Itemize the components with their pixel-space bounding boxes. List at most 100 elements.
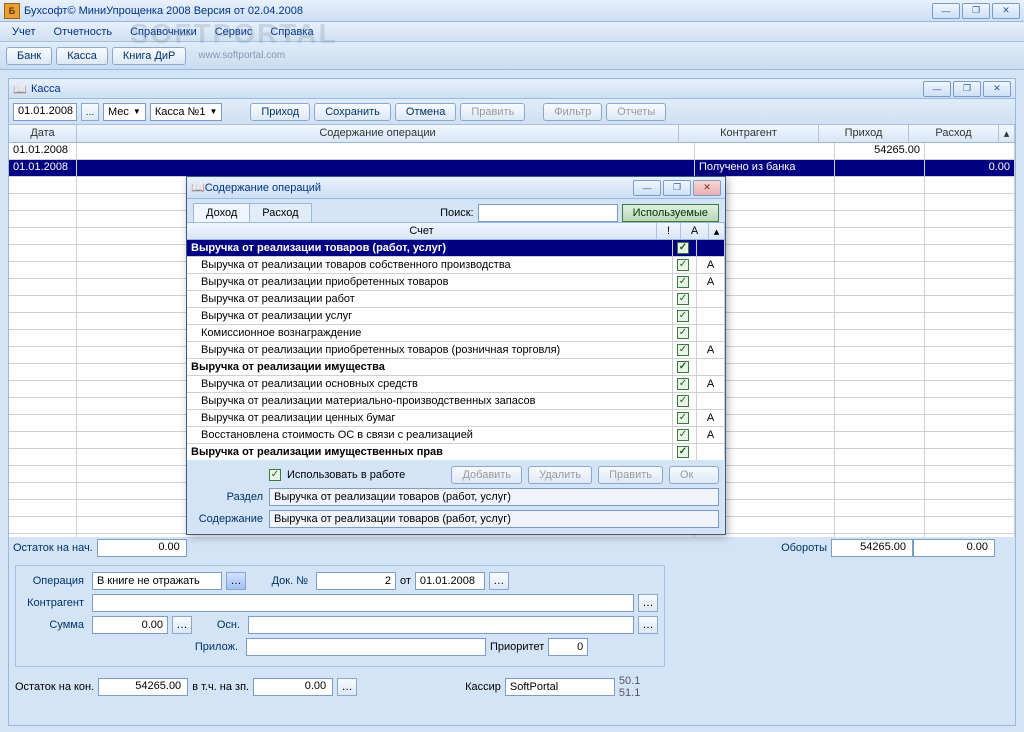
row-checkbox[interactable]: ✓ [677,242,689,254]
cashier-field[interactable] [505,678,615,696]
list-item[interactable]: Выручка от реализации имущества✓ [187,359,725,376]
book-button[interactable]: Книга ДиР [112,47,187,65]
menu-help[interactable]: Справка [262,24,321,40]
row-checkbox[interactable]: ✓ [677,276,689,288]
row-checkbox[interactable]: ✓ [677,310,689,322]
dlg-edit-button[interactable]: Править [598,466,663,484]
dialog-title: Содержание операций [205,182,633,194]
menu-service[interactable]: Сервис [207,24,261,40]
kassa-dropdown[interactable]: Касса №1▼ [150,103,223,121]
dlg-close-button[interactable]: ✕ [693,180,721,196]
date-picker-button[interactable]: … [81,103,99,121]
col-out[interactable]: Расход [909,125,999,142]
close-button[interactable]: ✕ [992,3,1020,19]
period-dropdown[interactable]: Мес▼ [103,103,146,121]
tab-income[interactable]: Доход [193,203,250,222]
row-checkbox[interactable]: ✓ [677,293,689,305]
contragent-field[interactable] [92,594,634,612]
list-item[interactable]: Выручка от реализации товаров собственно… [187,257,725,274]
used-button[interactable]: Используемые [622,204,719,222]
list-item[interactable]: Выручка от реализации основных средств✓А [187,376,725,393]
reports-button[interactable]: Отчеты [606,103,666,121]
ok-button[interactable]: Ок [669,466,719,484]
list-item[interactable]: Выручка от реализации приобретенных това… [187,342,725,359]
cashier-label: Кассир [465,681,501,693]
dlg-col-name[interactable]: Счет [187,223,657,239]
prihod-button[interactable]: Приход [250,103,310,121]
row-checkbox[interactable]: ✓ [677,412,689,424]
save-button[interactable]: Сохранить [314,103,391,121]
incl-picker-button[interactable]: … [337,678,357,696]
dlg-col-chk[interactable]: ! [657,223,681,239]
operation-picker-button[interactable]: … [226,572,246,590]
docdate-field[interactable] [415,572,485,590]
list-item[interactable]: Выручка от реализации товаров (работ, ус… [187,240,725,257]
osn-field[interactable] [248,616,634,634]
maximize-button[interactable]: ❐ [962,3,990,19]
row-checkbox[interactable]: ✓ [677,378,689,390]
row-checkbox[interactable]: ✓ [677,429,689,441]
table-row[interactable]: 01.01.2008Получено из банка0.00 [9,160,1015,177]
delete-button[interactable]: Удалить [528,466,592,484]
col-date[interactable]: Дата [9,125,77,142]
start-balance-label: Остаток на нач. [13,542,93,554]
sum-picker-button[interactable]: … [172,616,192,634]
use-checkbox[interactable]: ✓ [269,469,281,481]
row-checkbox[interactable]: ✓ [677,327,689,339]
sub-minimize-button[interactable]: — [923,81,951,97]
list-item[interactable]: Выручка от реализации услуг✓ [187,308,725,325]
col-in[interactable]: Приход [819,125,909,142]
dlg-minimize-button[interactable]: — [633,180,661,196]
table-row[interactable]: 01.01.200854265.00 [9,143,1015,160]
search-input[interactable] [478,204,618,222]
row-checkbox[interactable]: ✓ [677,446,689,458]
filter-button[interactable]: Фильтр [543,103,602,121]
add-button[interactable]: Добавить [451,466,522,484]
docnum-field[interactable] [316,572,396,590]
dlg-maximize-button[interactable]: ❐ [663,180,691,196]
menu-otchet[interactable]: Отчетность [46,24,121,40]
list-item[interactable]: Восстановлена стоимость ОС в связи с реа… [187,427,725,444]
date-field[interactable]: 01.01.2008 [13,103,77,121]
kassa-toolbar: 01.01.2008 … Мес▼ Касса №1▼ Приход Сохра… [9,99,1015,125]
osn-picker-button[interactable]: … [638,616,658,634]
sum-field[interactable] [92,616,168,634]
menu-uchet[interactable]: Учет [4,24,44,40]
content-field[interactable] [269,510,719,528]
row-checkbox[interactable]: ✓ [677,395,689,407]
dialog-grid-body[interactable]: Выручка от реализации товаров (работ, ус… [187,240,725,460]
section-label: Раздел [193,491,263,503]
list-item[interactable]: Выручка от реализации работ✓ [187,291,725,308]
dlg-scroll-up[interactable]: ▴ [709,223,725,239]
start-balance-value: 0.00 [97,539,187,557]
menu-sprav[interactable]: Справочники [122,24,205,40]
col-desc[interactable]: Содержание операции [77,125,679,142]
code-1: 50.1 [619,675,640,687]
prior-field[interactable] [548,638,588,656]
kassa-button[interactable]: Касса [56,47,108,65]
bank-button[interactable]: Банк [6,47,52,65]
row-checkbox[interactable]: ✓ [677,361,689,373]
minimize-button[interactable]: — [932,3,960,19]
row-checkbox[interactable]: ✓ [677,259,689,271]
cancel-button[interactable]: Отмена [395,103,456,121]
list-item[interactable]: Комиссионное вознаграждение✓ [187,325,725,342]
contragent-picker-button[interactable]: … [638,594,658,612]
list-item[interactable]: Выручка от реализации приобретенных това… [187,274,725,291]
col-scroll-up[interactable]: ▴ [999,125,1015,142]
list-item[interactable]: Выручка от реализации ценных бумаг✓А [187,410,725,427]
row-checkbox[interactable]: ✓ [677,344,689,356]
col-contr[interactable]: Контрагент [679,125,819,142]
section-field[interactable] [269,488,719,506]
list-item[interactable]: Выручка от реализации материально-произв… [187,393,725,410]
pril-field[interactable] [246,638,486,656]
sub-close-button[interactable]: ✕ [983,81,1011,97]
dlg-col-a[interactable]: А [681,223,709,239]
tab-expense[interactable]: Расход [249,203,311,222]
edit-button[interactable]: Править [460,103,525,121]
turnover-out: 0.00 [913,539,995,557]
docdate-picker-button[interactable]: … [489,572,509,590]
operation-field[interactable] [92,572,222,590]
list-item[interactable]: Выручка от реализации имущественных прав… [187,444,725,460]
sub-maximize-button[interactable]: ❐ [953,81,981,97]
